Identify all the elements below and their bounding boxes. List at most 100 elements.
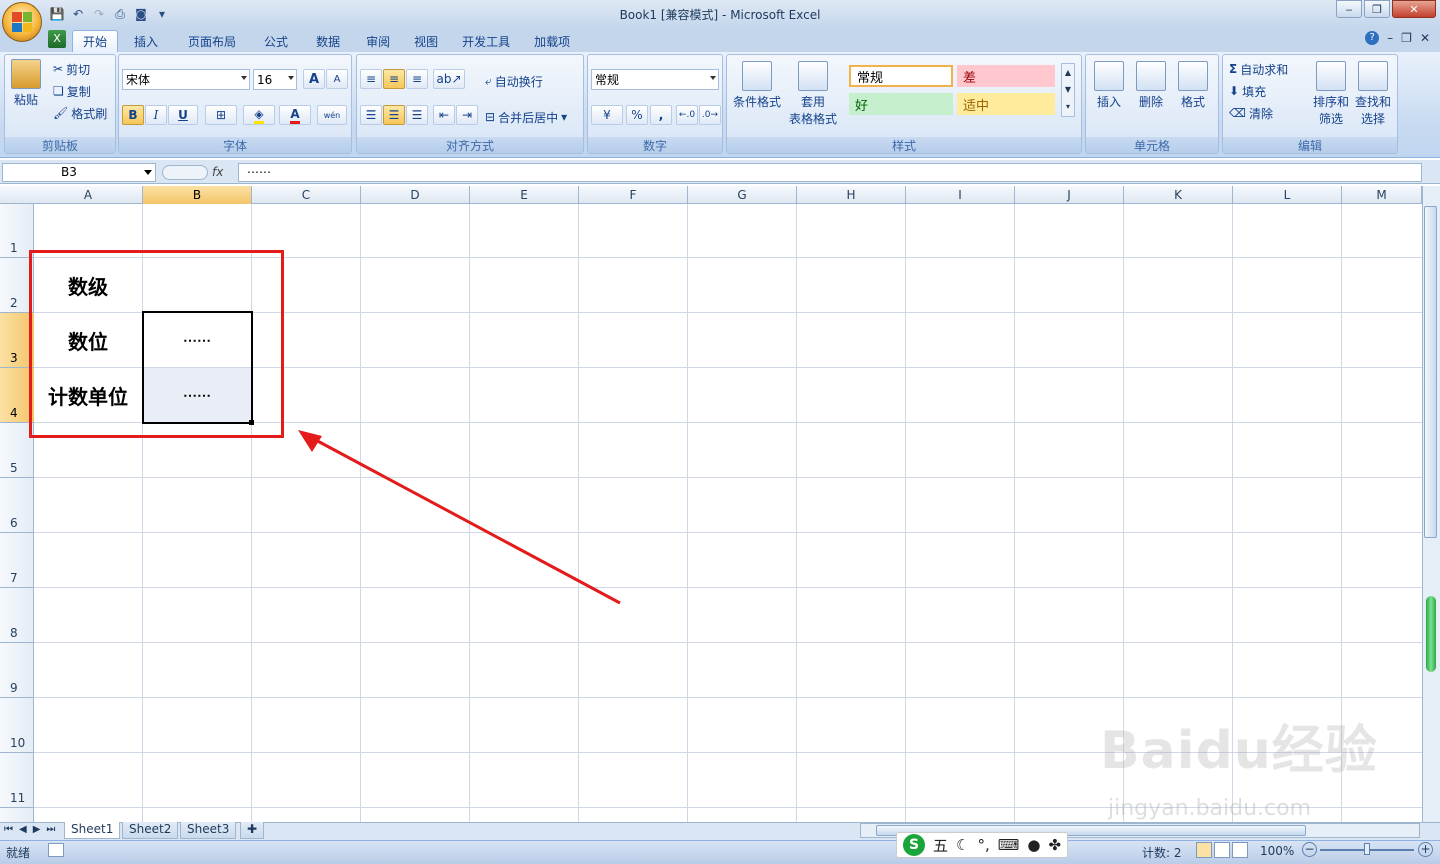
ribbon-restore-icon[interactable]: ❐ [1401,31,1412,45]
minimize-button[interactable]: ‒ [1336,0,1362,18]
column-header-b[interactable]: B [143,186,252,204]
zoom-level[interactable]: 100% [1260,844,1294,858]
merge-center-button[interactable]: ⊟ 合并后居中 ▾ [485,107,567,127]
vertical-scroll-thumb[interactable] [1424,206,1437,538]
decrease-decimal-button[interactable]: .0→ [699,105,721,125]
orientation-button[interactable]: ab↗ [433,69,465,89]
border-button[interactable]: ⊞ [205,105,237,125]
align-center-button[interactable]: ☰ [383,105,405,125]
percent-button[interactable]: % [626,105,648,125]
row-header-8[interactable]: 8 [0,588,34,643]
format-painter-button[interactable]: 🖌 格式刷 [53,103,107,123]
row-header-7[interactable]: 7 [0,533,34,588]
cut-button[interactable]: ✂ 剪切 [53,59,90,79]
font-color-button[interactable]: A [279,105,311,125]
bold-button[interactable]: B [122,105,144,125]
office-button[interactable] [2,2,42,42]
last-sheet-icon[interactable]: ⏭ [46,824,55,835]
macro-record-icon[interactable] [48,843,64,857]
shrink-font-button[interactable]: A [326,69,348,89]
sheet-tab-3[interactable]: Sheet3 [180,822,237,839]
sheet-tab-1[interactable]: Sheet1 [64,822,121,839]
zoom-in-icon[interactable]: + [1418,842,1433,857]
delete-cells-button[interactable]: 删除 [1136,61,1166,110]
ime-toolbar[interactable]: S 五 ☾ °, ⌨ ● ✤ [896,832,1069,858]
font-name-combo[interactable]: 宋体 [122,69,250,90]
column-header-d[interactable]: D [361,186,470,204]
column-header-m[interactable]: M [1342,186,1422,204]
phonetic-button[interactable]: wén [317,105,347,125]
row-header-9[interactable]: 9 [0,643,34,698]
style-bad[interactable]: 差 [957,65,1055,87]
insert-cells-button[interactable]: 插入 [1094,61,1124,110]
tab-view[interactable]: 视图 [404,30,448,52]
italic-button[interactable]: I [145,105,167,125]
row-header-6[interactable]: 6 [0,478,34,533]
ribbon-minimize-icon[interactable]: – [1387,31,1393,45]
styles-scroll[interactable]: ▲ ▼ ▾ [1061,63,1075,117]
ribbon-close-icon[interactable]: ✕ [1420,31,1430,45]
increase-decimal-button[interactable]: ←.0 [676,105,698,125]
align-left-button[interactable]: ☰ [360,105,382,125]
normal-view-icon[interactable] [1196,842,1212,858]
column-header-i[interactable]: I [906,186,1015,204]
style-neutral[interactable]: 适中 [957,93,1055,115]
zoom-slider-thumb[interactable] [1364,843,1370,855]
align-right-button[interactable]: ☰ [406,105,428,125]
style-good[interactable]: 好 [849,93,953,115]
column-header-j[interactable]: J [1015,186,1124,204]
column-header-h[interactable]: H [797,186,906,204]
help-icon[interactable]: ? [1365,31,1380,45]
font-size-combo[interactable]: 16 [253,69,297,90]
copy-button[interactable]: ❏ 复制 [53,81,91,101]
tab-page-layout[interactable]: 页面布局 [178,30,246,52]
align-top-button[interactable]: ≡ [360,69,382,89]
format-as-table-button[interactable]: 套用 表格格式 [789,61,837,127]
tab-addins[interactable]: 加载项 [524,30,580,52]
zoom-out-icon[interactable]: − [1302,842,1317,857]
align-bottom-button[interactable]: ≡ [406,69,428,89]
tab-review[interactable]: 审阅 [356,30,400,52]
increase-indent-button[interactable]: ⇥ [456,105,478,125]
decrease-indent-button[interactable]: ⇤ [433,105,455,125]
row-header-11[interactable]: 11 [0,753,34,808]
formula-input[interactable]: ⋯⋯ [238,163,1422,182]
column-header-f[interactable]: F [579,186,688,204]
column-header-g[interactable]: G [688,186,797,204]
sheet-tab-2[interactable]: Sheet2 [122,822,179,839]
tab-data[interactable]: 数据 [306,30,350,52]
row-header-10[interactable]: 10 [0,698,34,753]
wrap-text-button[interactable]: ⤶ 自动换行 [485,71,543,91]
column-header-a[interactable]: A [34,186,143,204]
comma-button[interactable]: , [650,105,672,125]
close-button[interactable]: ✕ [1392,0,1436,18]
insert-function-icon[interactable]: fx [212,165,223,179]
prev-sheet-icon[interactable]: ◀ [19,824,27,835]
format-cells-button[interactable]: 格式 [1178,61,1208,110]
number-format-combo[interactable]: 常规 [591,69,719,90]
underline-button[interactable]: U [168,105,198,125]
insert-sheet-icon[interactable]: ✚ [240,822,265,839]
column-header-l[interactable]: L [1233,186,1342,204]
fill-color-button[interactable]: ◈ [243,105,275,125]
restore-button[interactable]: ❐ [1364,0,1390,18]
autosum-button[interactable]: Σ 自动求和 [1229,59,1288,79]
find-select-button[interactable]: 查找和 选择 [1355,61,1391,127]
clear-button[interactable]: ⌫ 清除 [1229,103,1273,123]
column-header-e[interactable]: E [470,186,579,204]
grow-font-button[interactable]: A [303,69,325,89]
next-sheet-icon[interactable]: ▶ [33,824,41,835]
tab-insert[interactable]: 插入 [124,30,168,52]
column-header-c[interactable]: C [252,186,361,204]
fill-button[interactable]: ⬇ 填充 [1229,81,1266,101]
name-box[interactable]: B3 [2,163,156,182]
page-layout-view-icon[interactable] [1214,842,1230,858]
paste-button[interactable]: 粘贴 [11,59,41,108]
style-normal[interactable]: 常规 [849,65,953,87]
tab-developer[interactable]: 开发工具 [452,30,520,52]
accounting-button[interactable]: ¥ [591,105,623,125]
sort-filter-button[interactable]: 排序和 筛选 [1313,61,1349,127]
align-middle-button[interactable]: ≡ [383,69,405,89]
tab-formulas[interactable]: 公式 [254,30,298,52]
conditional-format-button[interactable]: 条件格式 [733,61,781,110]
